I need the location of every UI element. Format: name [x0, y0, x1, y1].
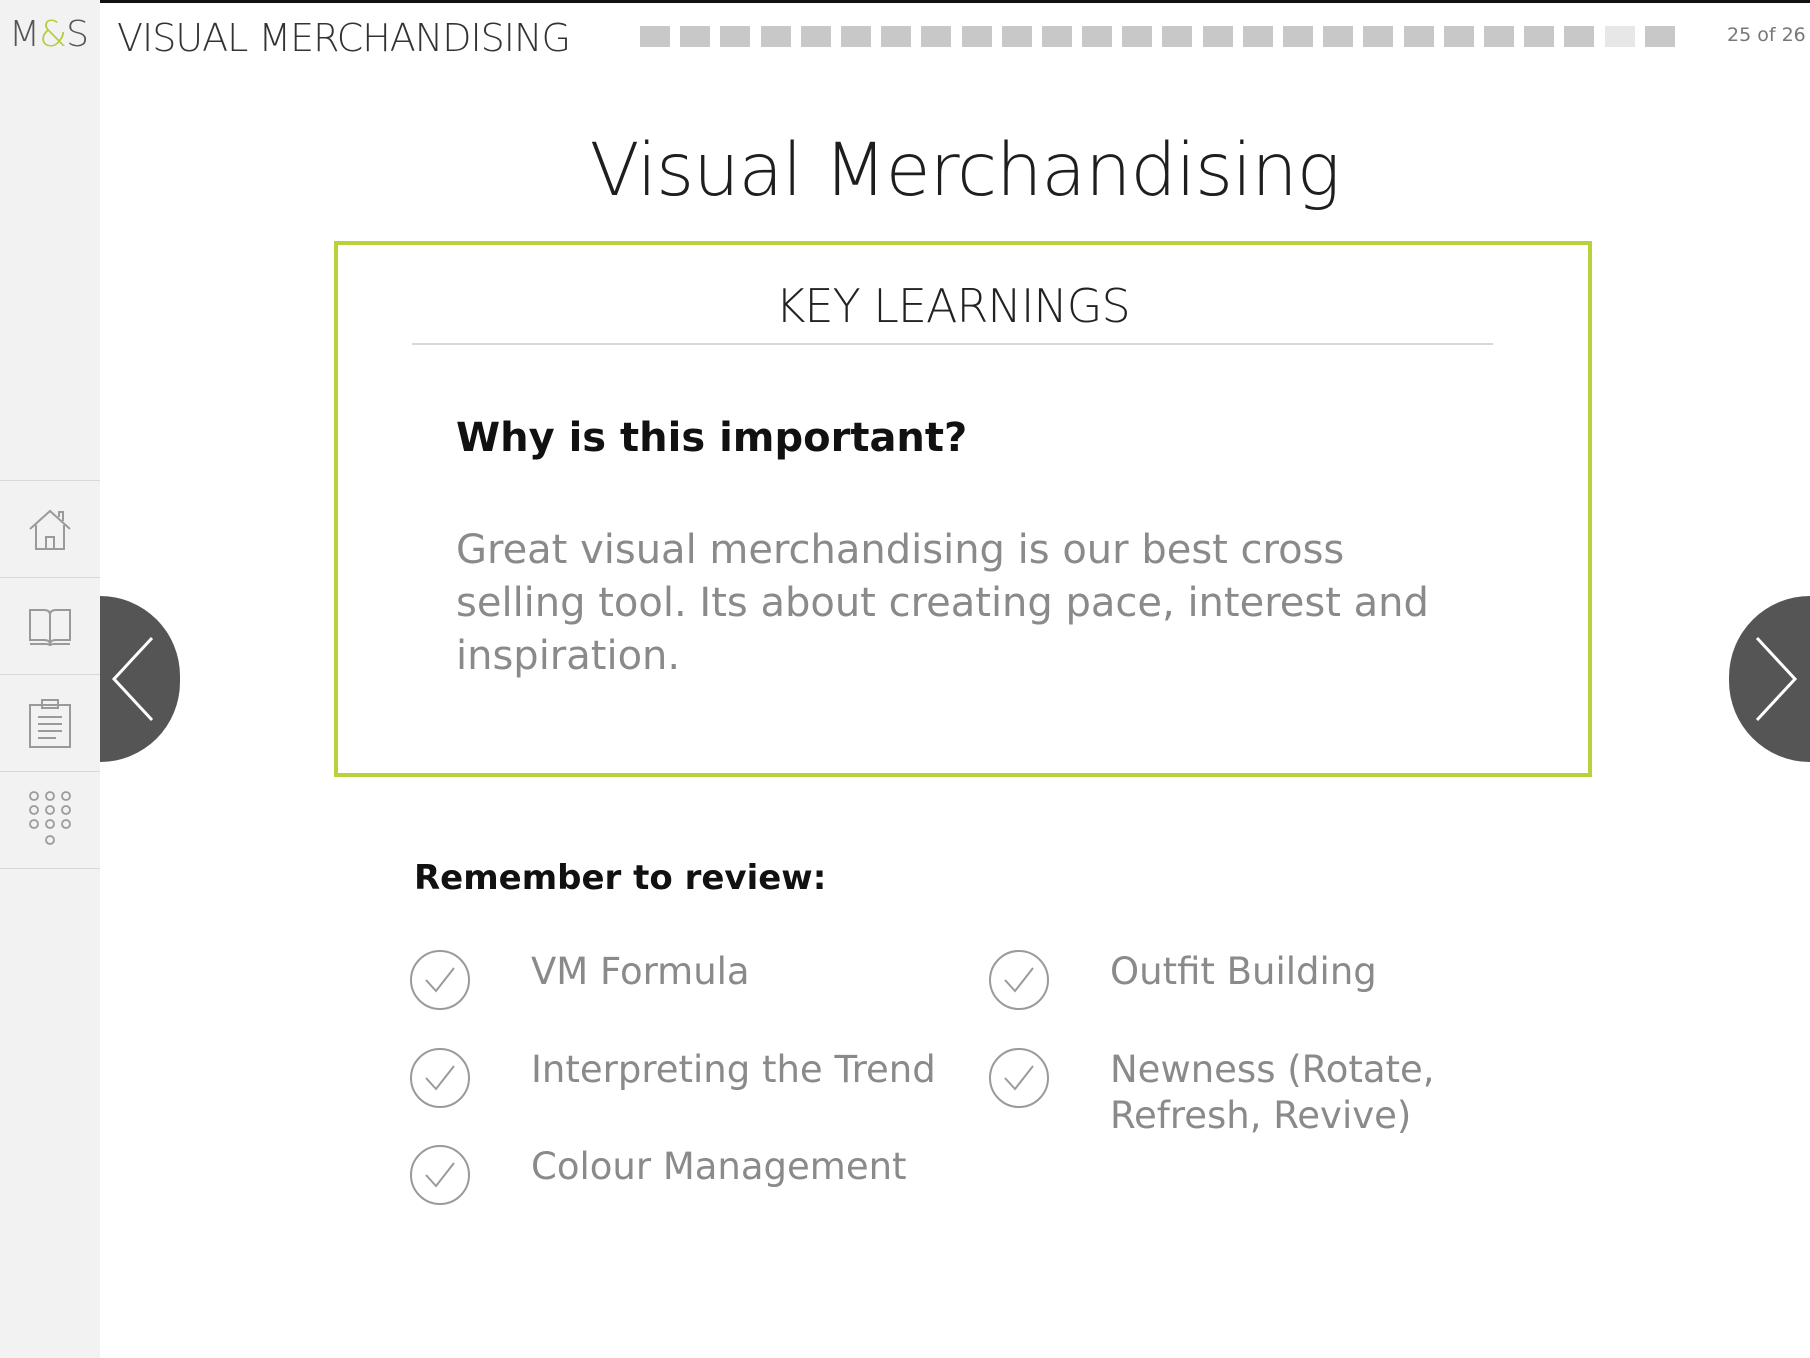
progress-segment	[1242, 26, 1273, 47]
page-title: Visual Merchandising	[589, 128, 1341, 213]
progress-segment	[1122, 26, 1153, 47]
progress-segment	[760, 26, 791, 47]
review-item-outfit-building: Outfit Building	[988, 949, 1580, 1011]
review-title: Remember to review:	[414, 858, 827, 898]
key-learnings-heading: KEY LEARNINGS	[412, 279, 1493, 345]
progress-segment	[1403, 26, 1434, 47]
checkmark-circle-icon	[989, 950, 1049, 1010]
review-item-vm-formula: VM Formula	[409, 949, 1001, 1011]
review-item-label: VM Formula	[531, 950, 750, 993]
logo-letter-m: M	[9, 14, 40, 55]
review-item-label: Interpreting the Trend	[531, 1048, 936, 1091]
key-learnings-question: Why is this important?	[456, 415, 968, 461]
progress-segment	[961, 26, 992, 47]
previous-page-button[interactable]	[100, 596, 180, 762]
progress-segment	[1524, 26, 1555, 47]
progress-segment	[640, 26, 670, 47]
progress-segment	[720, 26, 751, 47]
progress-segment	[1162, 26, 1193, 47]
progress-segment	[1202, 26, 1233, 47]
chevron-right-icon	[1755, 636, 1798, 722]
progress-segment	[1082, 26, 1113, 47]
key-learnings-text: Great visual merchandising is our best c…	[456, 527, 1429, 679]
progress-segment	[1283, 26, 1313, 47]
checkmark-circle-icon	[410, 950, 470, 1010]
sidebar-item-notes[interactable]	[0, 675, 100, 772]
key-learnings-box: KEY LEARNINGS Why is this important? Gre…	[334, 241, 1592, 777]
review-item-colour-management: Colour Management	[409, 1144, 1001, 1206]
progress-segment	[1323, 26, 1354, 47]
sidebar-item-menu[interactable]	[0, 772, 100, 869]
sidebar-item-book[interactable]	[0, 578, 100, 675]
book-icon	[29, 609, 71, 647]
top-border	[0, 0, 1810, 3]
progress-segment	[921, 26, 952, 47]
review-item-interpreting-trend: Interpreting the Trend	[409, 1047, 1001, 1109]
progress-segment	[680, 26, 711, 47]
review-item-label: Newness (Rotate, Refresh, Revive)	[1110, 1048, 1435, 1137]
review-item-label: Outfit Building	[1110, 950, 1377, 993]
checkmark-circle-icon	[989, 1048, 1049, 1108]
progress-bar	[640, 26, 1685, 47]
progress-segment	[1644, 26, 1675, 47]
next-page-button[interactable]	[1729, 596, 1810, 762]
progress-segment	[1363, 26, 1394, 47]
progress-segment	[1001, 26, 1032, 47]
progress-segment	[840, 26, 871, 47]
review-item-newness: Newness (Rotate, Refresh, Revive)	[988, 1047, 1580, 1139]
sidebar-item-home[interactable]	[0, 481, 100, 578]
progress-segment	[1041, 26, 1072, 47]
checkmark-circle-icon	[410, 1048, 470, 1108]
logo-letter-s: S	[66, 14, 89, 55]
page-count: 25 of 26	[1727, 24, 1806, 46]
checkmark-circle-icon	[410, 1145, 470, 1205]
chevron-left-icon	[111, 636, 154, 722]
progress-segment	[1443, 26, 1474, 47]
side-menu	[0, 480, 100, 869]
logo-ampersand: &	[39, 14, 67, 55]
ms-logo: M&S	[9, 14, 89, 55]
progress-segment	[1483, 26, 1514, 47]
progress-segment	[1604, 26, 1635, 47]
grid-icon	[29, 791, 71, 845]
progress-segment	[800, 26, 831, 47]
home-icon	[29, 509, 71, 550]
clipboard-icon	[29, 699, 71, 748]
progress-segment	[881, 26, 912, 47]
review-item-label: Colour Management	[531, 1145, 907, 1188]
progress-segment	[1564, 26, 1595, 47]
app-title: VISUAL MERCHANDISING	[117, 16, 571, 60]
